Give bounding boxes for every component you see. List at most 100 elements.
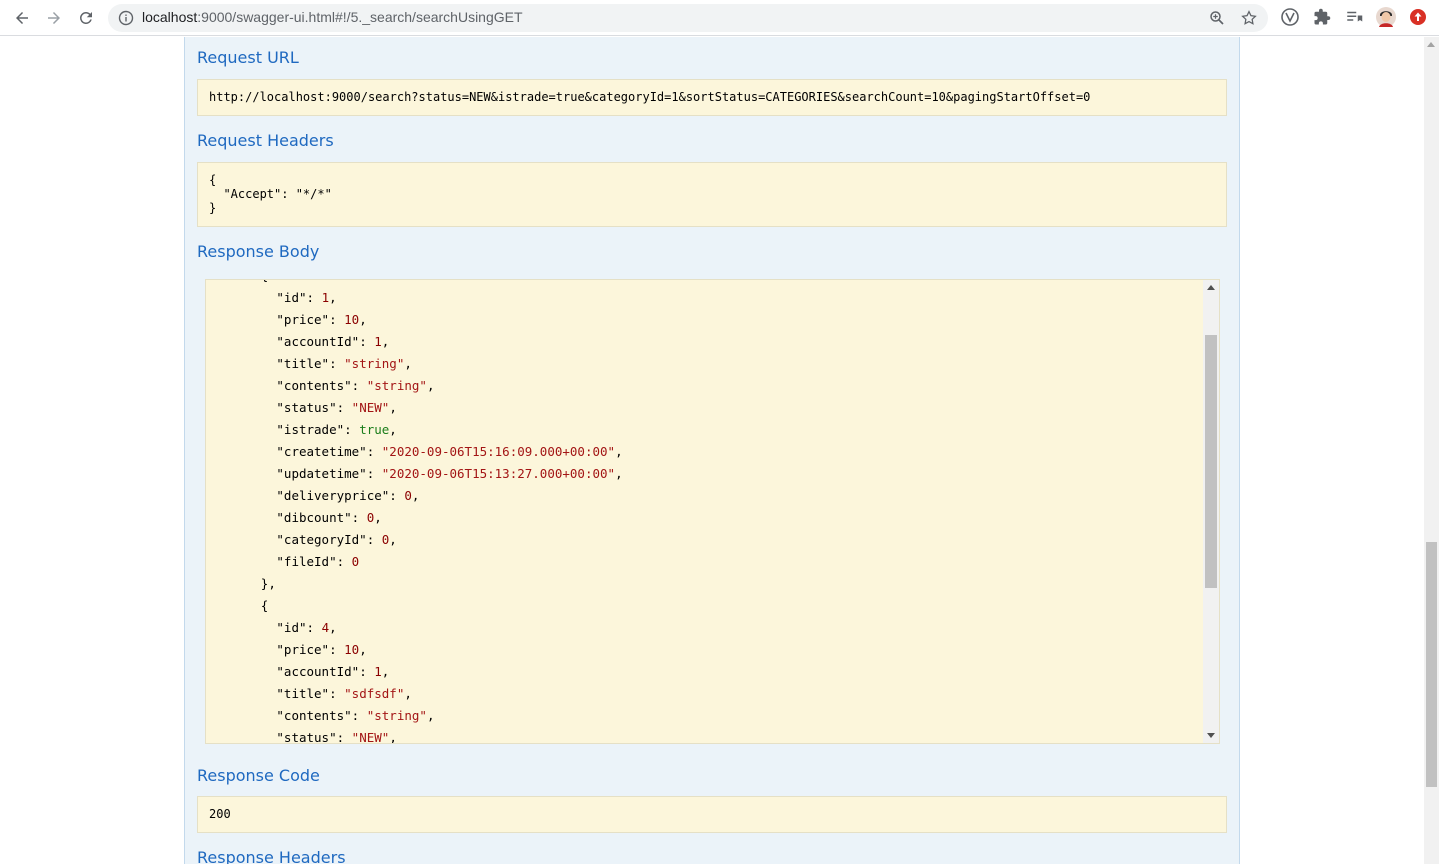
request-url-title: Request URL (197, 48, 299, 67)
scrollbar-thumb[interactable] (1205, 335, 1217, 588)
json-token: 0 (404, 488, 412, 503)
json-token: "sdfsdf" (344, 686, 405, 701)
json-token: 1 (374, 664, 382, 679)
star-icon[interactable] (1240, 9, 1258, 27)
update-badge[interactable] (1408, 7, 1428, 27)
json-token: "2020-09-06T15:13:27.000+00:00" (381, 466, 616, 481)
swagger-page: Request URL http://localhost:9000/search… (0, 37, 1424, 864)
forward-arrow-icon (48, 12, 60, 24)
response-body-line: "fileId": 0 (276, 551, 359, 573)
json-token: "status" (276, 400, 337, 415)
json-token: { (260, 598, 269, 613)
json-token: "status" (276, 730, 337, 743)
json-token: "istrade" (276, 422, 345, 437)
response-body-line: "dibcount": 0, (276, 507, 381, 529)
scroll-up-arrow-icon[interactable] (1207, 285, 1215, 290)
json-token: : (306, 290, 322, 305)
json-token: 10 (344, 312, 360, 327)
response-body-line: "id": 4, (276, 617, 336, 639)
response-body-line: "accountId": 1, (276, 661, 389, 683)
response-body-line: "deliveryprice": 0, (276, 485, 419, 507)
json-token: : (329, 356, 345, 371)
page-scrollbar[interactable] (1424, 37, 1439, 864)
address-bar[interactable]: localhost:9000/swagger-ui.html#!/5._sear… (108, 4, 1268, 32)
json-token: "contents" (276, 708, 352, 723)
json-token: "NEW" (351, 730, 390, 743)
page-scroll-up-arrow-icon[interactable] (1427, 42, 1435, 47)
json-token: : (336, 554, 352, 569)
json-token: "string" (366, 708, 427, 723)
json-token: , (389, 400, 397, 415)
zoom-icon[interactable] (1208, 9, 1226, 27)
json-token: "fileId" (276, 554, 337, 569)
json-token: "dibcount" (276, 510, 352, 525)
json-token: "price" (276, 642, 330, 657)
json-token: "contents" (276, 378, 352, 393)
forward-button[interactable] (42, 6, 66, 30)
vuejs-devtools-extension[interactable] (1280, 7, 1300, 27)
json-token: : (329, 686, 345, 701)
json-token: 1 (321, 290, 330, 305)
json-token: { (261, 280, 269, 283)
json-token: "categoryId" (276, 532, 367, 547)
json-token: , (426, 378, 435, 393)
request-headers-title: Request Headers (197, 131, 334, 150)
json-token: "2020-09-06T15:16:09.000+00:00" (381, 444, 616, 459)
json-token: "createtime" (276, 444, 367, 459)
json-token: : (366, 444, 382, 459)
json-token: : (389, 488, 405, 503)
json-token: , (389, 730, 397, 743)
back-button[interactable] (10, 6, 34, 30)
json-token: 10 (344, 642, 360, 657)
json-token: , (381, 664, 390, 679)
json-token: : (351, 378, 367, 393)
json-token: : (344, 422, 360, 437)
profile-avatar (1376, 7, 1396, 27)
response-body-box[interactable]: {"id": 1,"price": 10,"accountId": 1,"tit… (205, 279, 1220, 744)
response-body-line: "title": "sdfsdf", (276, 683, 412, 705)
request-headers-box: { "Accept": "*/*" } (197, 162, 1227, 227)
response-body-line: "price": 10, (276, 639, 366, 661)
json-token: , (389, 532, 397, 547)
json-token: "updatetime" (276, 466, 367, 481)
json-token: , (389, 422, 397, 437)
json-token: 0 (351, 554, 360, 569)
json-token: : (329, 312, 345, 327)
json-token: "title" (276, 686, 330, 701)
response-body-line: "istrade": true, (276, 419, 396, 441)
scroll-down-arrow-icon[interactable] (1207, 733, 1215, 738)
json-token: , (426, 708, 435, 723)
response-body-line: "updatetime": "2020-09-06T15:13:27.000+0… (276, 463, 622, 485)
json-token: , (359, 312, 367, 327)
page-scrollbar-thumb[interactable] (1426, 542, 1437, 787)
json-token: "string" (344, 356, 405, 371)
extensions-puzzle-icon (1314, 8, 1331, 25)
json-token: 4 (321, 620, 330, 635)
reading-list-icon (1347, 11, 1363, 22)
json-token: "id" (276, 620, 307, 635)
response-body-line: "contents": "string", (276, 705, 434, 727)
json-token: , (411, 488, 420, 503)
response-body-line: { (261, 280, 269, 287)
extensions-button[interactable] (1312, 7, 1332, 27)
response-body-line: "id": 1, (276, 287, 336, 309)
json-token: : (336, 730, 352, 743)
response-body-line: "status": "NEW", (276, 397, 396, 419)
json-token: , (615, 466, 623, 481)
json-token: 1 (374, 334, 382, 349)
json-token: , (404, 356, 412, 371)
response-body-line: "categoryId": 0, (276, 529, 396, 551)
response-body-title: Response Body (197, 242, 320, 261)
json-token: true (359, 422, 390, 437)
info-icon[interactable] (118, 10, 134, 26)
response-body-line: "createtime": "2020-09-06T15:16:09.000+0… (276, 441, 622, 463)
json-token: : (359, 664, 375, 679)
response-body-scrollbar[interactable] (1203, 280, 1219, 743)
profile-button[interactable] (1376, 7, 1396, 27)
reading-list-button[interactable] (1344, 7, 1364, 27)
json-token: "string" (366, 378, 427, 393)
reload-button[interactable] (74, 6, 98, 30)
response-body-code: {"id": 1,"price": 10,"accountId": 1,"tit… (206, 280, 1204, 743)
response-body-line: "contents": "string", (276, 375, 434, 397)
json-token: "deliveryprice" (276, 488, 390, 503)
